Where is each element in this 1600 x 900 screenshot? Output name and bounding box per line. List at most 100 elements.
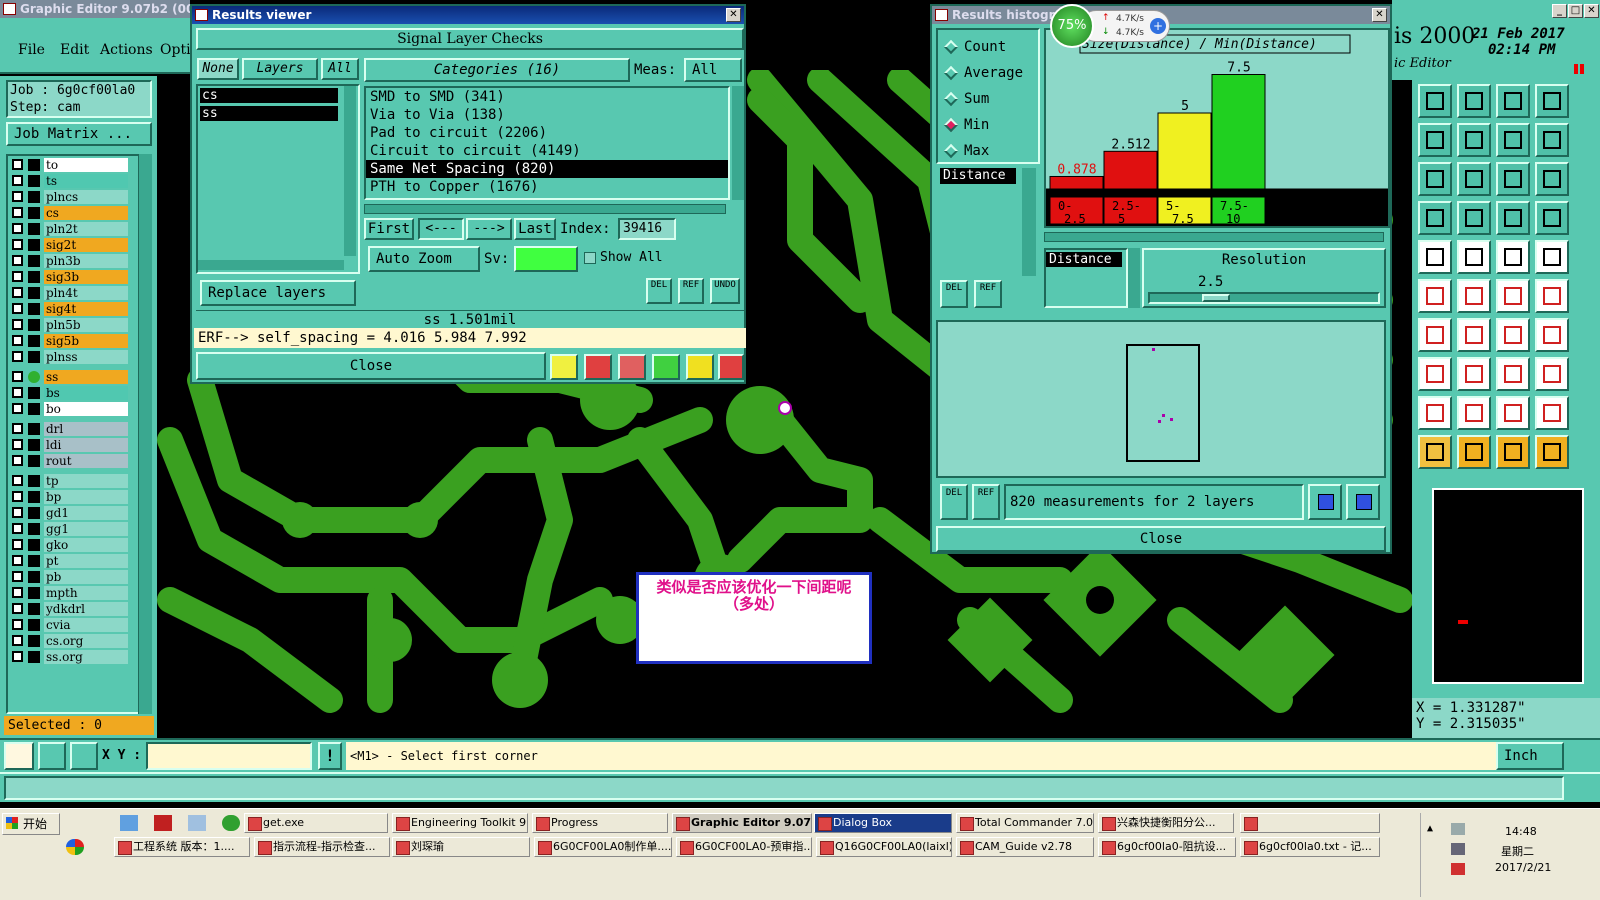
layer-display-checkbox[interactable] bbox=[12, 191, 23, 202]
triangle-icon[interactable] bbox=[1418, 396, 1452, 430]
distance-field[interactable]: Distance bbox=[1044, 248, 1128, 308]
measure-tool-icon[interactable] bbox=[38, 742, 66, 770]
layer-work-toggle[interactable] bbox=[28, 603, 40, 615]
distance-field-scrollbar[interactable] bbox=[1128, 248, 1140, 308]
layer-work-toggle[interactable] bbox=[28, 491, 40, 503]
layer-work-toggle[interactable] bbox=[28, 191, 40, 203]
layer-row[interactable]: gko bbox=[10, 538, 128, 553]
layer-row[interactable]: plnss bbox=[10, 350, 128, 365]
first-button[interactable]: First bbox=[364, 218, 414, 240]
auto-zoom-dropdown[interactable]: Auto Zoom bbox=[368, 246, 480, 272]
category-item[interactable]: Circuit to circuit (4149) bbox=[366, 142, 728, 160]
layer-display-checkbox[interactable] bbox=[12, 335, 23, 346]
category-scrollbar[interactable] bbox=[732, 86, 744, 200]
job-matrix-button[interactable]: Job Matrix ... bbox=[6, 122, 152, 146]
layer-display-checkbox[interactable] bbox=[12, 523, 23, 534]
layer-display-checkbox[interactable] bbox=[12, 507, 23, 518]
show-all-checkbox[interactable] bbox=[584, 252, 596, 264]
layer-display-checkbox[interactable] bbox=[12, 651, 23, 662]
menu-actions[interactable]: Actions bbox=[100, 42, 153, 58]
distance-tab[interactable]: Distance bbox=[940, 168, 1016, 184]
menu-options[interactable]: Opti bbox=[160, 42, 191, 58]
histogram-bar[interactable] bbox=[1211, 74, 1266, 191]
taskbar-favorite-button[interactable] bbox=[1240, 813, 1380, 833]
plus-icon[interactable]: + bbox=[1150, 18, 1166, 34]
layer-row[interactable]: ydkdrl bbox=[10, 602, 128, 617]
record-icon[interactable] bbox=[1535, 240, 1569, 274]
connect-icon[interactable] bbox=[1418, 279, 1452, 313]
layer-results-hscroll[interactable] bbox=[198, 260, 344, 270]
results-viewer-close-icon[interactable]: ✕ bbox=[726, 8, 741, 22]
histogram-option[interactable]: Max bbox=[942, 142, 1038, 162]
layer-work-toggle[interactable] bbox=[28, 371, 40, 383]
taskbar-button[interactable]: Dialog Box bbox=[814, 813, 952, 833]
layer-display-checkbox[interactable] bbox=[12, 287, 23, 298]
taskbar-button[interactable]: Total Commander 7.0.... bbox=[956, 813, 1094, 833]
pointer-move-icon[interactable] bbox=[1496, 435, 1530, 469]
zoom-fit-icon[interactable] bbox=[1418, 162, 1452, 196]
undo-button[interactable]: UNDO bbox=[710, 278, 740, 304]
layer-row[interactable]: cs bbox=[10, 206, 128, 221]
ruler-icon[interactable] bbox=[1496, 240, 1530, 274]
histogram-icon[interactable] bbox=[718, 354, 744, 380]
taskbar-button[interactable]: 兴森快捷衡阳分公... bbox=[1098, 813, 1234, 833]
taskbar-button[interactable]: 6g0cf00la0-阻抗设... bbox=[1098, 837, 1236, 857]
del-button[interactable]: DEL bbox=[646, 278, 672, 304]
tray-network-icon[interactable] bbox=[1451, 823, 1465, 835]
window-icon[interactable] bbox=[1535, 84, 1569, 118]
category-item[interactable]: Same Net Spacing (820) bbox=[366, 160, 728, 178]
layer-row[interactable]: sig4t bbox=[10, 302, 128, 317]
layer-display-checkbox[interactable] bbox=[12, 303, 23, 314]
cross-icon[interactable] bbox=[1457, 279, 1491, 313]
layer-row[interactable]: cvia bbox=[10, 618, 128, 633]
pause-icon[interactable] bbox=[1574, 64, 1578, 74]
sv-color-dropdown[interactable] bbox=[514, 246, 578, 272]
layer-work-toggle[interactable] bbox=[28, 455, 40, 467]
layer-display-checkbox[interactable] bbox=[12, 555, 23, 566]
taskbar-button[interactable]: 工程系统 版本：1.... bbox=[114, 837, 250, 857]
layer-results-list[interactable]: cs ss bbox=[196, 84, 360, 274]
last-button[interactable]: Last bbox=[514, 218, 556, 240]
taskbar-button[interactable]: CAM_Guide v2.78 bbox=[956, 837, 1094, 857]
layer-row[interactable]: sig5b bbox=[10, 334, 128, 349]
taskbar-button[interactable]: 刘琛瑜 bbox=[392, 837, 530, 857]
snap-icon[interactable] bbox=[1418, 201, 1452, 235]
none-button[interactable]: None bbox=[197, 58, 239, 80]
radio-diamond-icon[interactable] bbox=[943, 143, 959, 159]
layer-work-toggle[interactable] bbox=[28, 159, 40, 171]
app-close-icon[interactable]: ✕ bbox=[1584, 4, 1599, 18]
layer-row[interactable]: pb bbox=[10, 570, 128, 585]
layer-display-checkbox[interactable] bbox=[12, 635, 23, 646]
arrow-out-icon[interactable] bbox=[1535, 279, 1569, 313]
import-icon[interactable] bbox=[1457, 84, 1491, 118]
layer-row[interactable]: ss.org bbox=[10, 650, 128, 665]
arrow-diagonal-icon[interactable] bbox=[1496, 279, 1530, 313]
layer-row[interactable]: pln4t bbox=[10, 286, 128, 301]
layer-display-checkbox[interactable] bbox=[12, 475, 23, 486]
layer-display-checkbox[interactable] bbox=[12, 491, 23, 502]
layer-display-checkbox[interactable] bbox=[12, 239, 23, 250]
triangle-edit-icon[interactable] bbox=[1496, 396, 1530, 430]
layer-display-checkbox[interactable] bbox=[12, 319, 23, 330]
undo-arc-icon[interactable] bbox=[1496, 318, 1530, 352]
minus-icon[interactable] bbox=[1457, 357, 1491, 391]
layer-work-toggle[interactable] bbox=[28, 271, 40, 283]
camera-icon[interactable] bbox=[1418, 240, 1452, 274]
layer-row[interactable]: ldi bbox=[10, 438, 128, 453]
layer-row[interactable]: plncs bbox=[10, 190, 128, 205]
layer-display-checkbox[interactable] bbox=[12, 619, 23, 630]
histogram-ref-button[interactable]: REF bbox=[974, 280, 1002, 308]
layer-display-checkbox[interactable] bbox=[12, 387, 23, 398]
layer-work-toggle[interactable] bbox=[28, 319, 40, 331]
layer-work-toggle[interactable] bbox=[28, 475, 40, 487]
layer-display-checkbox[interactable] bbox=[12, 271, 23, 282]
layer-row[interactable]: pln2t bbox=[10, 222, 128, 237]
quicklaunch-icon[interactable] bbox=[120, 815, 138, 831]
pointer-multi-icon[interactable] bbox=[1535, 435, 1569, 469]
preview-del-button[interactable]: DEL bbox=[940, 484, 968, 520]
histogram-bar[interactable] bbox=[1049, 175, 1104, 191]
export-icon[interactable] bbox=[1308, 484, 1342, 520]
meas-dropdown[interactable]: All bbox=[684, 58, 742, 82]
layer-row[interactable]: drl bbox=[10, 422, 128, 437]
notepad-icon[interactable] bbox=[188, 815, 206, 831]
